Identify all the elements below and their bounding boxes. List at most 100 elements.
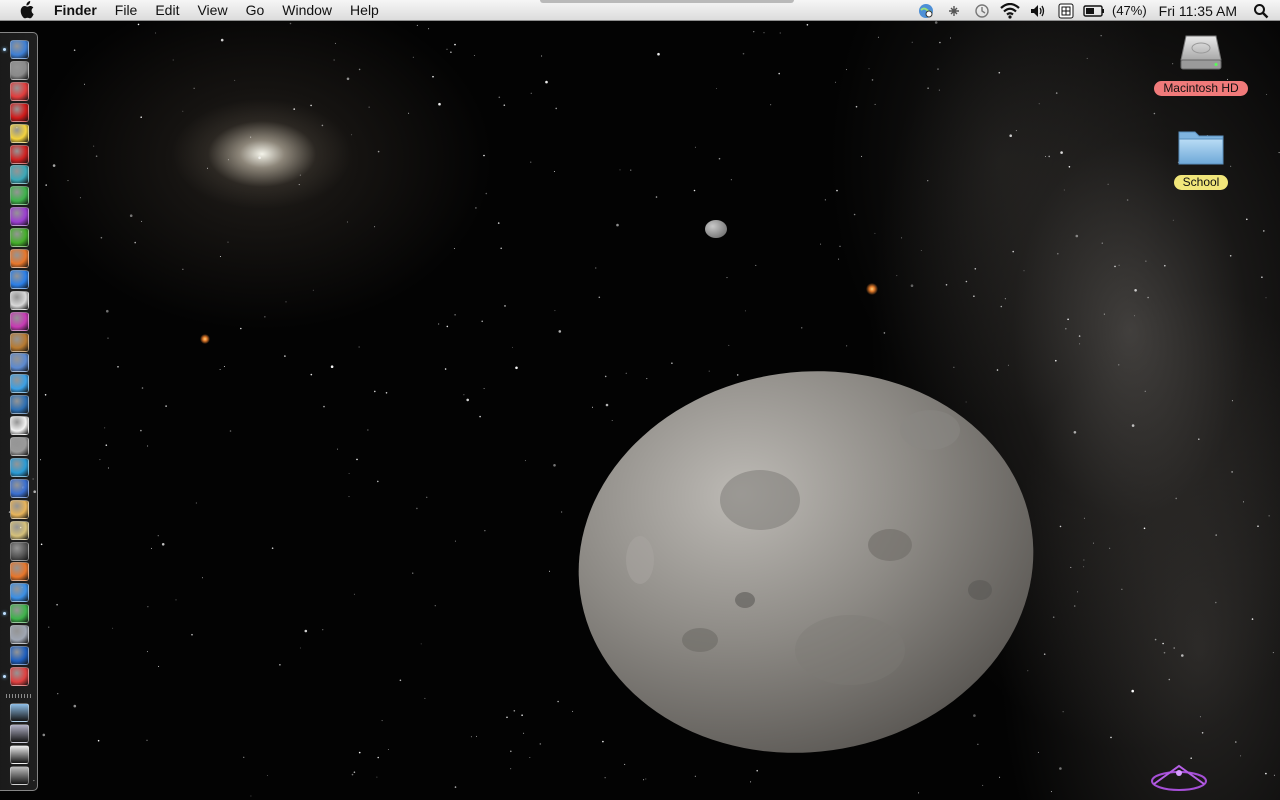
sync-globe-icon[interactable] <box>915 0 937 21</box>
keyboard-layout-icon[interactable] <box>1055 0 1077 21</box>
star <box>716 88 717 89</box>
star <box>521 714 523 716</box>
star <box>1145 260 1147 262</box>
applications-folder-icon[interactable] <box>10 703 29 722</box>
star <box>56 603 58 606</box>
star <box>718 157 721 160</box>
star <box>1153 112 1156 115</box>
word-icon[interactable] <box>10 270 29 289</box>
star <box>484 530 486 532</box>
finder-icon[interactable] <box>10 40 29 59</box>
dvd-player-icon[interactable] <box>10 458 29 477</box>
star <box>604 375 607 378</box>
chair-app-icon[interactable] <box>10 103 29 122</box>
menu-file[interactable]: File <box>106 0 147 21</box>
stickies-icon[interactable] <box>10 124 29 143</box>
system-preferences-icon[interactable] <box>10 625 29 644</box>
star <box>129 214 133 217</box>
star <box>104 427 106 429</box>
star <box>356 458 358 461</box>
star <box>376 776 378 778</box>
star <box>140 116 142 118</box>
star <box>195 502 197 504</box>
star <box>753 31 755 33</box>
star <box>1144 390 1146 392</box>
powerpoint-icon[interactable] <box>10 249 29 268</box>
iphoto-icon[interactable] <box>10 500 29 519</box>
star <box>497 222 500 224</box>
spotlight-search-icon[interactable] <box>1250 0 1272 21</box>
bluetooth-icon[interactable] <box>943 0 965 21</box>
comic-life-icon[interactable] <box>10 312 29 331</box>
jigsaw-icon[interactable] <box>10 228 29 247</box>
itunes-alt-icon[interactable] <box>10 437 29 456</box>
battery-percentage[interactable]: (47%) <box>1108 3 1151 18</box>
messenger-icon[interactable] <box>10 186 29 205</box>
trash-icon[interactable] <box>10 766 29 785</box>
imovie-star-icon[interactable] <box>10 542 29 561</box>
volume-icon[interactable] <box>1027 0 1049 21</box>
star <box>151 547 152 549</box>
chrome-icon[interactable] <box>10 604 29 623</box>
time-machine-icon[interactable] <box>10 165 29 184</box>
time-machine-icon[interactable] <box>971 0 993 21</box>
textedit-icon[interactable] <box>10 291 29 310</box>
star <box>555 107 557 110</box>
small-moon <box>705 220 727 238</box>
ilife-icon[interactable] <box>10 521 29 540</box>
star <box>161 543 165 546</box>
star <box>223 366 225 367</box>
safari-icon[interactable] <box>10 583 29 602</box>
star <box>219 256 221 257</box>
star <box>229 430 232 432</box>
star <box>84 83 85 85</box>
star <box>73 704 77 708</box>
menu-edit[interactable]: Edit <box>146 0 188 21</box>
star <box>1231 471 1233 473</box>
star <box>1073 431 1077 434</box>
menu-bar-clock[interactable]: Fri 11:35 AM <box>1151 3 1247 19</box>
star <box>1266 94 1268 95</box>
star <box>973 295 975 298</box>
itunes-icon[interactable] <box>10 82 29 101</box>
quicktime-icon[interactable] <box>10 395 29 414</box>
preview-icon[interactable] <box>10 353 29 372</box>
menu-window[interactable]: Window <box>273 0 341 21</box>
wifi-icon[interactable] <box>999 0 1021 21</box>
star <box>1265 297 1267 299</box>
star <box>763 32 765 34</box>
menu-go[interactable]: Go <box>237 0 274 21</box>
star <box>1057 252 1059 255</box>
school-folder-desktop-icon[interactable]: School <box>1160 124 1242 191</box>
star <box>1263 230 1265 232</box>
onenote-icon[interactable] <box>10 207 29 226</box>
menu-view[interactable]: View <box>188 0 236 21</box>
document-icon[interactable] <box>10 745 29 764</box>
menu-finder[interactable]: Finder <box>50 0 106 21</box>
dashboard-icon[interactable] <box>10 61 29 80</box>
star <box>1162 642 1164 645</box>
pen-tool-icon[interactable] <box>10 667 29 686</box>
menu-help[interactable]: Help <box>341 0 388 21</box>
star <box>44 394 47 396</box>
star <box>515 366 518 370</box>
star <box>346 77 350 81</box>
star <box>348 496 350 498</box>
macintosh-hd-desktop-icon[interactable]: Macintosh HD <box>1150 28 1252 97</box>
google-earth-icon[interactable] <box>10 646 29 665</box>
garageband-icon[interactable] <box>10 333 29 352</box>
ical-icon[interactable] <box>10 416 29 435</box>
star <box>416 24 418 26</box>
photo-booth-icon[interactable] <box>10 145 29 164</box>
ichat-icon[interactable] <box>10 374 29 393</box>
star <box>605 403 609 407</box>
star <box>438 102 441 106</box>
star <box>611 420 613 421</box>
photo-folder-icon[interactable] <box>10 724 29 743</box>
imovie-icon[interactable] <box>10 479 29 498</box>
firefox-icon[interactable] <box>10 562 29 581</box>
apple-menu-icon[interactable] <box>18 1 36 19</box>
star <box>234 79 236 81</box>
star <box>412 572 414 574</box>
battery-icon[interactable] <box>1083 0 1105 21</box>
